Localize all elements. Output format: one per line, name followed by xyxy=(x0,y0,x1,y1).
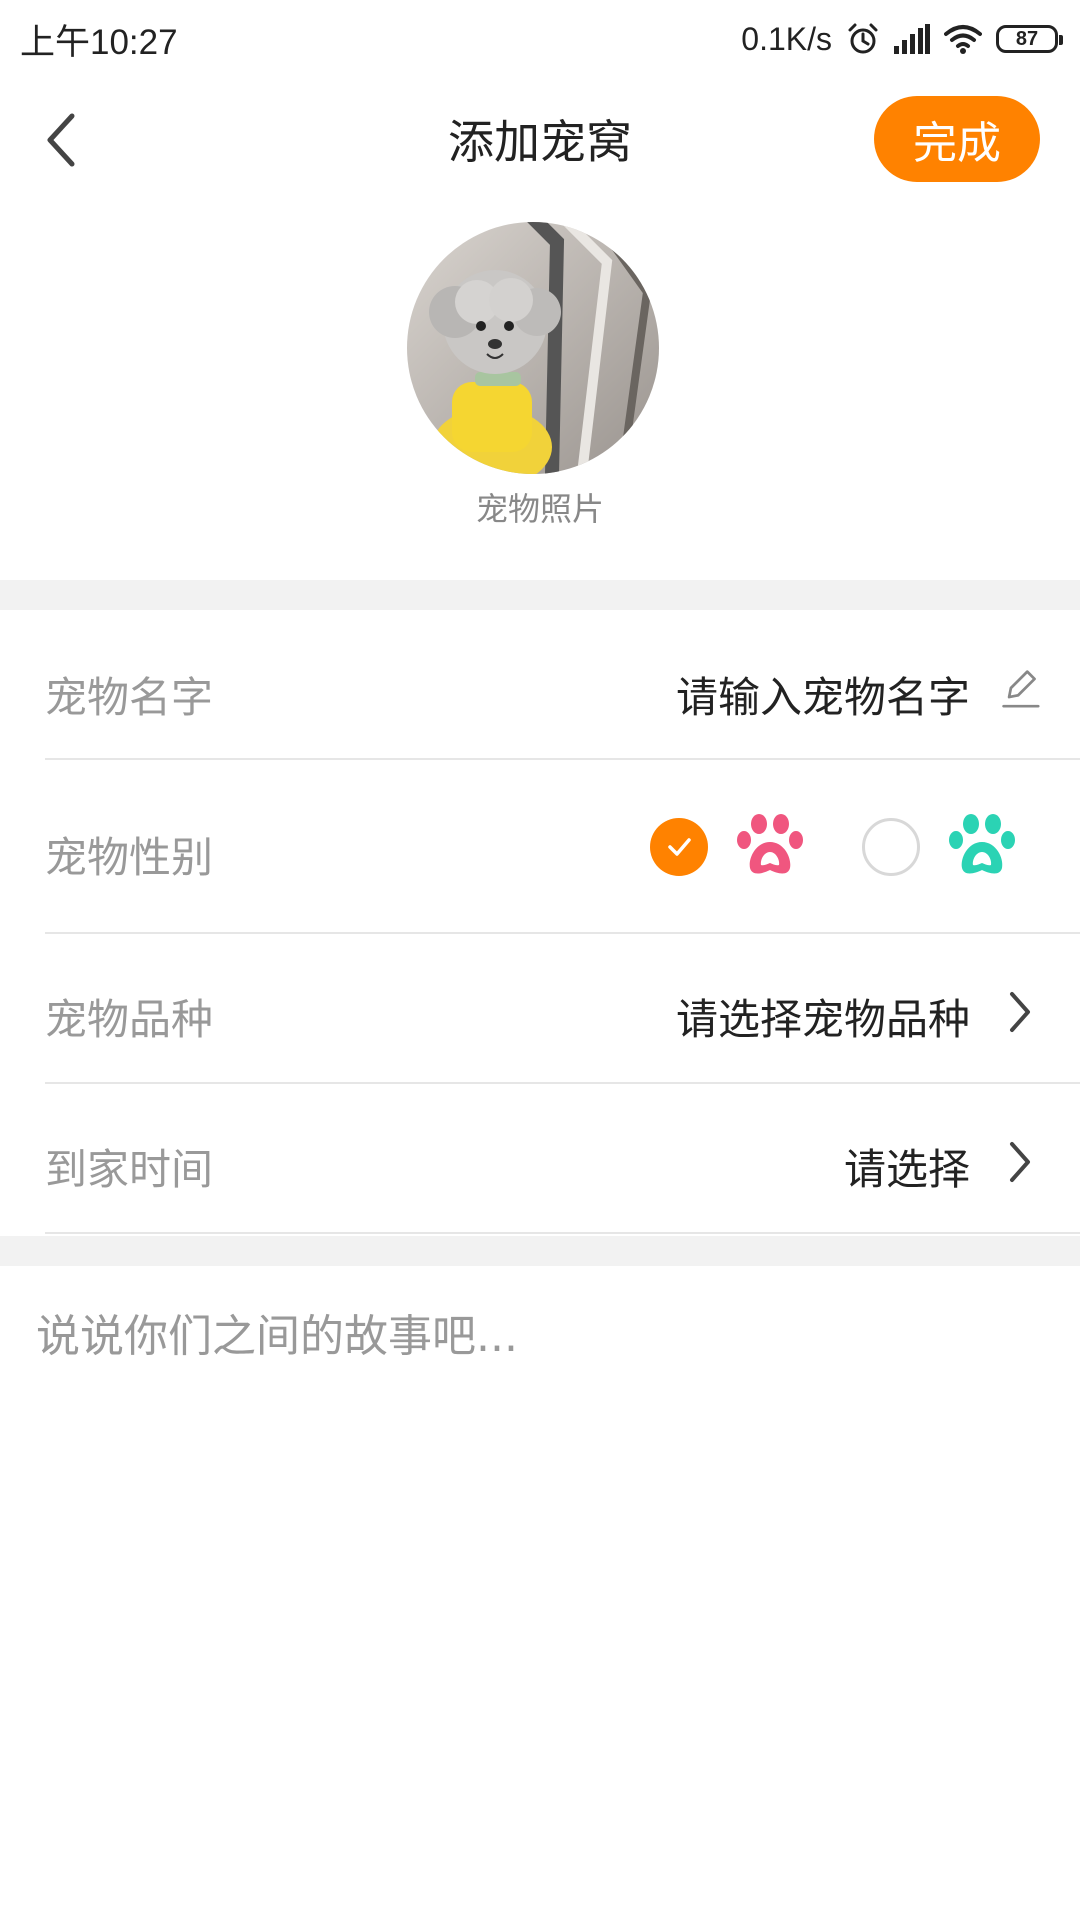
home-time-value[interactable]: 请选择 xyxy=(844,1136,970,1197)
alarm-icon xyxy=(846,22,880,56)
name-label: 宠物名字 xyxy=(45,673,214,722)
done-button[interactable]: 完成 xyxy=(874,96,1040,182)
add-pet-screen: 上午10:27 0.1K/s 87 添加宠窝 完成 宠物照片 宠物名字 请输入宠… xyxy=(0,0,1080,1920)
chevron-right-icon xyxy=(1000,1138,1040,1186)
wifi-icon xyxy=(944,24,982,54)
battery-level: 87 xyxy=(1015,27,1039,50)
row-divider xyxy=(45,1232,1080,1234)
story-textarea[interactable]: 说说你们之间的故事吧... xyxy=(36,1300,1036,1364)
home-time-label: 到家时间 xyxy=(45,1145,214,1194)
chevron-right-icon xyxy=(1000,988,1040,1036)
name-input[interactable]: 请输入宠物名字 xyxy=(676,664,970,725)
avatar-section: 宠物照片 xyxy=(0,202,1080,580)
network-speed: 0.1K/s xyxy=(741,20,832,57)
edit-pencil-icon[interactable] xyxy=(1000,664,1040,712)
gender-label: 宠物性别 xyxy=(45,833,214,882)
breed-label: 宠物品种 xyxy=(45,995,214,1044)
section-divider xyxy=(0,1236,1080,1266)
dog-photo xyxy=(407,222,659,474)
home-time-row[interactable]: 到家时间 请选择 xyxy=(0,1084,1080,1234)
breed-value[interactable]: 请选择宠物品种 xyxy=(676,986,970,1047)
battery-icon: 87 xyxy=(996,25,1063,53)
avatar-caption: 宠物照片 xyxy=(475,490,604,528)
status-bar: 上午10:27 0.1K/s 87 xyxy=(0,0,1080,78)
check-icon xyxy=(668,838,691,856)
name-row[interactable]: 宠物名字 请输入宠物名字 xyxy=(0,610,1080,760)
paw-icon-teal[interactable] xyxy=(946,810,1018,882)
gender-male-radio[interactable] xyxy=(862,818,920,876)
gender-female-radio[interactable] xyxy=(650,818,708,876)
status-icons: 0.1K/s 87 xyxy=(741,20,1063,58)
paw-icon-pink[interactable] xyxy=(734,810,806,882)
signal-icon xyxy=(894,24,930,54)
section-divider xyxy=(0,580,1080,610)
header: 添加宠窝 完成 xyxy=(0,78,1080,202)
breed-row[interactable]: 宠物品种 请选择宠物品种 xyxy=(0,934,1080,1084)
pet-photo[interactable] xyxy=(407,222,659,474)
status-time: 上午10:27 xyxy=(20,22,178,62)
gender-row: 宠物性别 xyxy=(0,760,1080,934)
